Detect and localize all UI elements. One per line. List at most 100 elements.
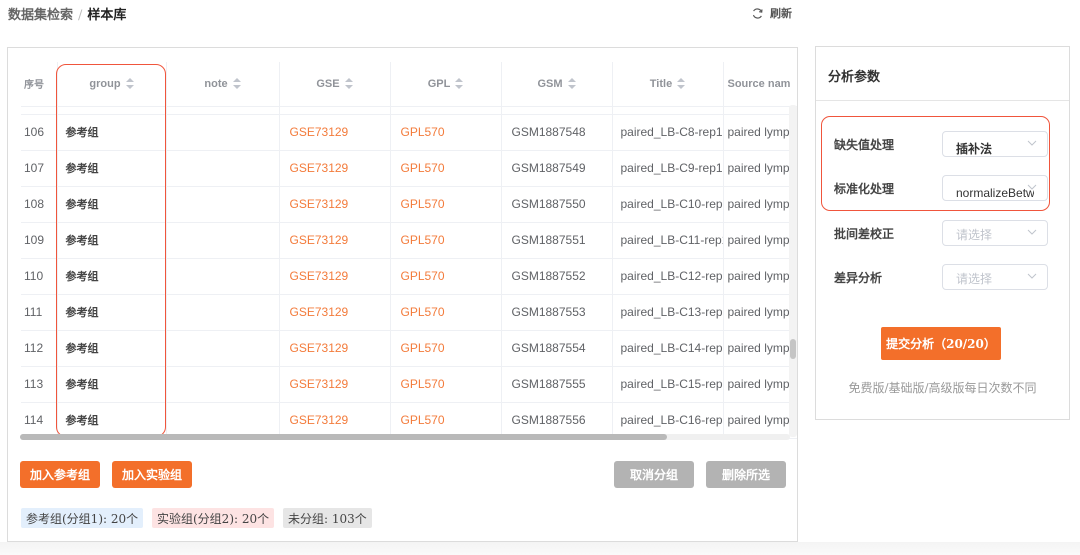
cell-source: paired lymp — [723, 222, 797, 259]
chevron-down-icon — [1027, 184, 1037, 190]
sort-icon[interactable] — [232, 78, 241, 90]
cell-gse[interactable]: GSE73129 — [279, 330, 391, 367]
cell-gse[interactable]: GSE73129 — [279, 258, 391, 295]
submit-analysis-button[interactable]: 提交分析（20/20） — [881, 327, 1001, 360]
cell-gpl[interactable]: GPL570 — [390, 114, 502, 151]
add-experiment-group-button[interactable]: 加入实验组 — [112, 461, 192, 488]
differential-analysis-label: 差异分析 — [834, 271, 883, 285]
batch-correction-label: 批间差校正 — [834, 227, 895, 241]
cell-note — [166, 330, 280, 367]
cell-index: 113 — [21, 366, 58, 403]
column-header-source-name[interactable]: Source nam — [723, 62, 797, 107]
sort-icon[interactable] — [125, 78, 134, 90]
cell-note — [166, 114, 280, 151]
cell-gse[interactable]: GSE73129 — [279, 294, 391, 331]
cell-group: 参考组 — [57, 222, 167, 259]
table-spacer-row — [21, 106, 797, 115]
cell-index: 112 — [21, 330, 58, 367]
column-header-index: 序号 — [21, 62, 58, 107]
cell-gpl[interactable]: GPL570 — [390, 366, 502, 403]
cell-gpl[interactable]: GPL570 — [390, 402, 502, 439]
select-value: normalizeBetweenArrays — [956, 186, 1034, 200]
cell-index: 109 — [21, 222, 58, 259]
cell-gse[interactable]: GSE73129 — [279, 402, 391, 439]
breadcrumb: 数据集检索 / 样本库 — [8, 4, 126, 23]
column-header-group[interactable]: group — [57, 62, 167, 107]
chevron-down-icon — [1027, 140, 1037, 146]
cell-gsm: GSM1887552 — [501, 258, 613, 295]
sort-icon[interactable] — [567, 78, 576, 90]
table-row[interactable]: 112 参考组 GSE73129 GPL570 GSM1887554 paired_LB-… — [21, 330, 797, 367]
column-header-gpl[interactable]: GPL — [390, 62, 502, 107]
cell-index: 107 — [21, 150, 58, 187]
breadcrumb-parent[interactable]: 数据集检索 — [8, 8, 73, 23]
table-vertical-scrollbar[interactable] — [789, 105, 797, 437]
cell-source: paired lymp — [723, 114, 797, 151]
cell-gpl[interactable]: GPL570 — [390, 186, 502, 223]
cell-gse[interactable]: GSE73129 — [279, 366, 391, 403]
cell-title: paired_LB-C8-rep1 — [612, 114, 724, 151]
panel-title: 分析参数 — [828, 70, 881, 85]
table-row[interactable]: 111 参考组 GSE73129 GPL570 GSM1887553 paired_LB-… — [21, 294, 797, 331]
cell-title: paired_LB-C10-rep1 — [612, 186, 724, 223]
vertical-scroll-thumb[interactable] — [790, 339, 796, 359]
cell-gsm: GSM1887550 — [501, 186, 613, 223]
batch-correction-select[interactable]: 请选择 — [942, 220, 1048, 246]
table-row[interactable]: 109 参考组 GSE73129 GPL570 GSM1887551 paired_LB-… — [21, 222, 797, 259]
add-reference-group-button[interactable]: 加入参考组 — [20, 461, 100, 488]
cell-gpl[interactable]: GPL570 — [390, 294, 502, 331]
table-row[interactable]: 106 参考组 GSE73129 GPL570 GSM1887548 paired_LB-… — [21, 114, 797, 151]
cell-gpl[interactable]: GPL570 — [390, 258, 502, 295]
table-row[interactable]: 113 参考组 GSE73129 GPL570 GSM1887555 paired_LB-… — [21, 366, 797, 403]
cell-gse[interactable]: GSE73129 — [279, 222, 391, 259]
experiment-group-count-tag: 实验组(分组2): 20个 — [152, 508, 275, 528]
cell-gpl[interactable]: GPL570 — [390, 150, 502, 187]
cell-gpl[interactable]: GPL570 — [390, 330, 502, 367]
cell-gpl[interactable]: GPL570 — [390, 222, 502, 259]
cell-gsm: GSM1887553 — [501, 294, 613, 331]
table-header-row: 序号 group note GSE GPL GSM Title Source n… — [21, 62, 797, 107]
cell-note — [166, 258, 280, 295]
cell-title: paired_LB-C15-rep1 — [612, 366, 724, 403]
cell-gsm: GSM1887549 — [501, 150, 613, 187]
table-horizontal-scrollbar[interactable] — [20, 434, 790, 440]
table-row[interactable]: 114 参考组 GSE73129 GPL570 GSM1887556 paired_LB-… — [21, 402, 797, 439]
delete-selected-button[interactable]: 删除所选 — [706, 461, 786, 488]
sort-icon[interactable] — [344, 78, 353, 90]
table-row[interactable]: 108 参考组 GSE73129 GPL570 GSM1887550 paired_LB-… — [21, 186, 797, 223]
cell-source: paired lymp — [723, 294, 797, 331]
cancel-group-button[interactable]: 取消分组 — [614, 461, 694, 488]
horizontal-scroll-thumb[interactable] — [20, 434, 667, 440]
refresh-button[interactable]: 刷新 — [751, 5, 792, 21]
ungrouped-count-tag: 未分组: 103个 — [283, 508, 372, 528]
breadcrumb-current: 样本库 — [87, 8, 127, 23]
panel-divider — [816, 100, 1069, 101]
cell-gse[interactable]: GSE73129 — [279, 186, 391, 223]
cell-note — [166, 150, 280, 187]
cell-group: 参考组 — [57, 366, 167, 403]
cell-title: paired_LB-C16-rep1 — [612, 402, 724, 439]
cell-gse[interactable]: GSE73129 — [279, 114, 391, 151]
analysis-params-panel: 分析参数 缺失值处理 插补法 标准化处理 normalizeBetweenArr… — [815, 46, 1070, 420]
table-row[interactable]: 110 参考组 GSE73129 GPL570 GSM1887552 paired_LB-… — [21, 258, 797, 295]
cell-title: paired_LB-C14-rep1 — [612, 330, 724, 367]
normalization-select[interactable]: normalizeBetweenArrays — [942, 175, 1048, 201]
sample-table: 序号 group note GSE GPL GSM Title Source n… — [21, 62, 797, 440]
missing-value-select[interactable]: 插补法 — [942, 131, 1048, 157]
column-header-title[interactable]: Title — [612, 62, 724, 107]
column-header-note[interactable]: note — [166, 62, 280, 107]
cell-gsm: GSM1887554 — [501, 330, 613, 367]
chevron-down-icon — [1027, 273, 1037, 279]
cell-note — [166, 294, 280, 331]
cell-group: 参考组 — [57, 150, 167, 187]
sort-icon[interactable] — [455, 78, 464, 90]
sort-icon[interactable] — [677, 78, 686, 90]
cell-gse[interactable]: GSE73129 — [279, 150, 391, 187]
refresh-icon — [752, 7, 763, 19]
cell-source: paired lymp — [723, 366, 797, 403]
column-header-gsm[interactable]: GSM — [501, 62, 613, 107]
differential-analysis-select[interactable]: 请选择 — [942, 264, 1048, 290]
column-header-gse[interactable]: GSE — [279, 62, 391, 107]
cell-title: paired_LB-C13-rep1 — [612, 294, 724, 331]
table-row[interactable]: 107 参考组 GSE73129 GPL570 GSM1887549 paired_LB-… — [21, 150, 797, 187]
